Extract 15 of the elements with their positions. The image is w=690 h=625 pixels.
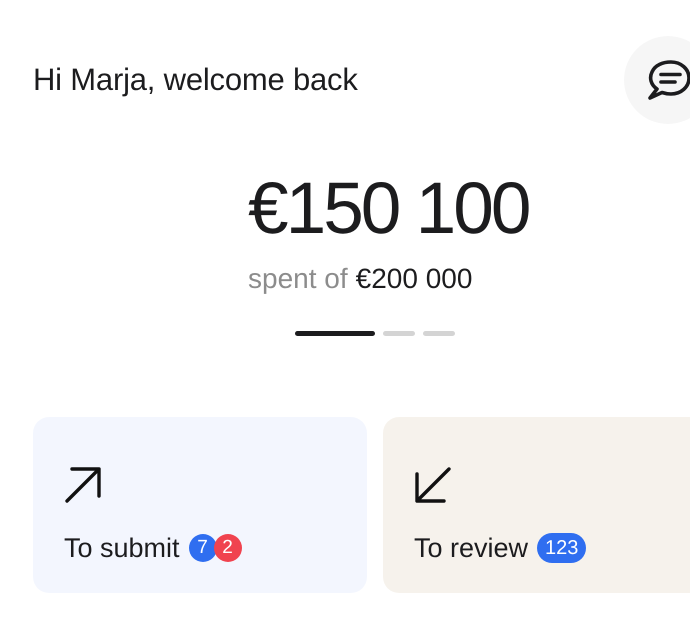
chat-button[interactable] (624, 36, 690, 124)
task-label: To submit (64, 532, 180, 564)
spent-label: spent of (248, 262, 348, 296)
count-badge: 2 (214, 534, 242, 562)
count-badge: 123 (537, 532, 586, 563)
count-badge: 7 (188, 534, 217, 562)
arrow-down-left-icon (414, 466, 452, 504)
task-card[interactable]: To submit 7 2 (33, 416, 367, 593)
task-label: To review (414, 532, 528, 564)
page-indicator[interactable] (295, 330, 375, 336)
greeting-text: Hi Marja, welcome back (33, 61, 358, 99)
arrow-up-right-icon (64, 466, 102, 504)
spent-amount: €150 100 (248, 172, 528, 245)
budget-amount: €200 000 (356, 262, 472, 296)
task-card[interactable]: To review 123 (383, 416, 690, 593)
